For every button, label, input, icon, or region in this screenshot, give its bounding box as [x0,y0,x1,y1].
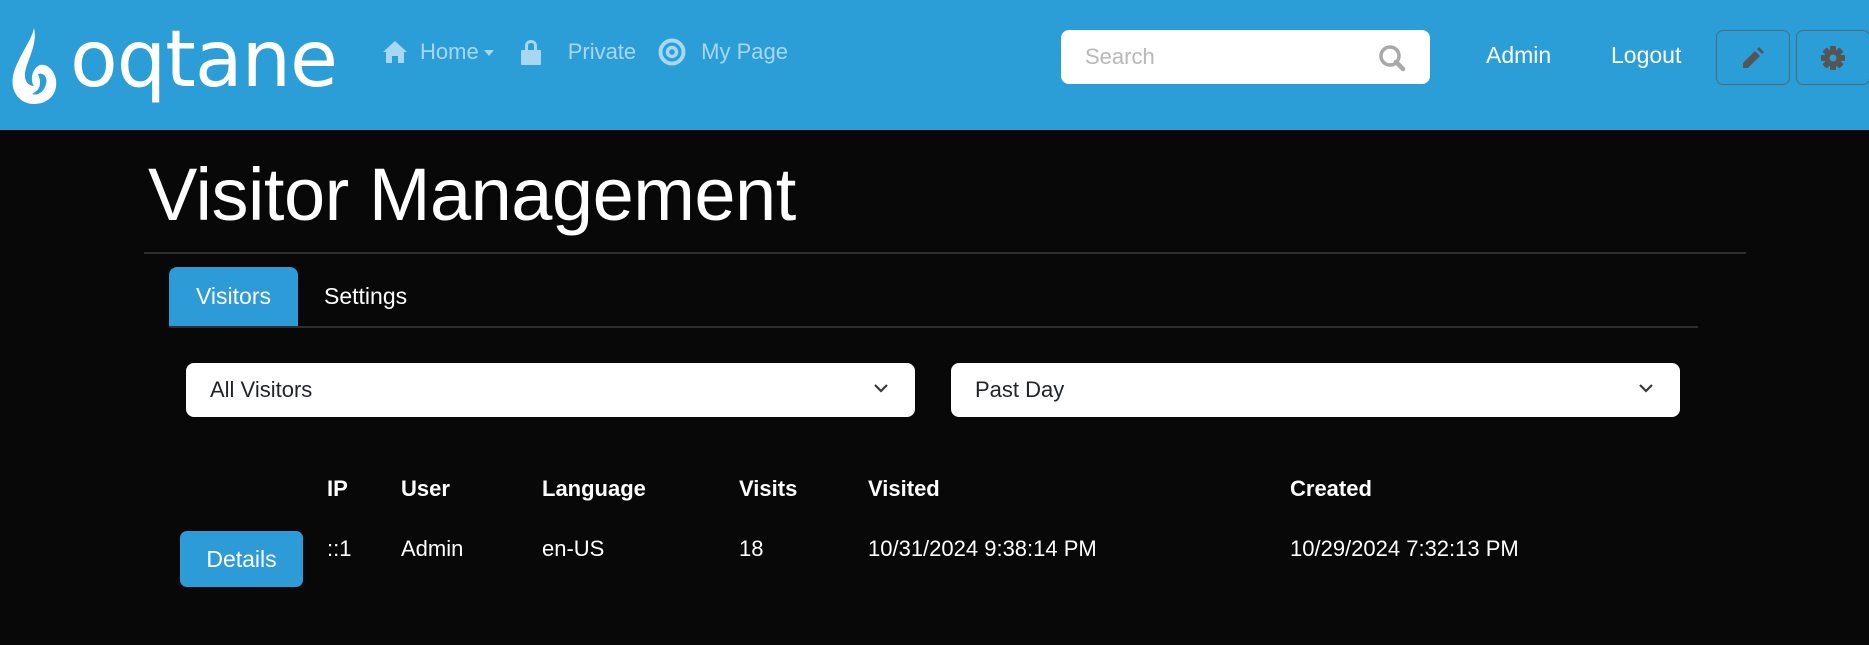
drop-logo-icon [12,28,57,104]
caret-down-icon [483,50,494,56]
lock-icon [520,39,542,65]
cell-language: en-US [542,536,605,561]
logout-link[interactable]: Logout [1611,42,1681,69]
visitor-type-select[interactable]: All Visitors [186,363,915,417]
chevron-down-icon [874,384,888,393]
nav-item-home[interactable]: Home [382,39,494,65]
nav-item-private[interactable]: Private [520,39,636,65]
gear-icon [1821,45,1845,70]
details-button[interactable]: Details [180,531,303,587]
nav-item-private-label: Private [567,39,637,64]
cell-user: Admin [401,536,464,561]
edit-mode-button[interactable] [1716,30,1790,85]
column-header-created: Created [1290,476,1372,501]
nav-item-home-label: Home [420,39,479,64]
search-icon[interactable] [1378,44,1406,77]
period-select[interactable]: Past Day [951,363,1680,417]
cell-visits: 18 [739,536,764,561]
cell-ip: ::1 [327,536,352,561]
cell-created: 10/29/2024 7:32:13 PM [1290,536,1519,561]
search-input[interactable] [1061,30,1361,84]
column-header-user: User [401,476,450,501]
column-header-language: Language [542,476,646,501]
period-select-value: Past Day [975,377,1065,402]
nav-item-my-page-label: My Page [701,39,788,64]
chevron-down-icon [1639,384,1653,393]
pencil-icon [1743,46,1764,68]
admin-link[interactable]: Admin [1486,42,1551,69]
nav-item-my-page[interactable]: My Page [658,38,788,66]
title-divider [144,252,1746,254]
column-header-visits: Visits [739,476,798,501]
tab-bar: Visitors Settings [169,267,1698,328]
visitor-type-select-value: All Visitors [210,377,313,402]
site-header: oqtane Home Private My Page Admin [0,0,1869,130]
main-nav: Home Private My Page [382,36,810,68]
tab-visitors[interactable]: Visitors [169,267,298,326]
logo-text: oqtane [70,15,338,105]
cell-visited: 10/31/2024 9:38:14 PM [868,536,1097,561]
column-header-ip: IP [327,476,348,501]
column-header-visited: Visited [868,476,940,501]
control-panel-button[interactable] [1796,30,1869,85]
tab-settings[interactable]: Settings [324,267,407,326]
search-box [1061,30,1430,84]
site-logo[interactable]: oqtane [8,20,344,106]
home-icon [382,40,408,64]
page-title: Visitor Management [148,153,796,236]
target-icon [658,38,686,66]
